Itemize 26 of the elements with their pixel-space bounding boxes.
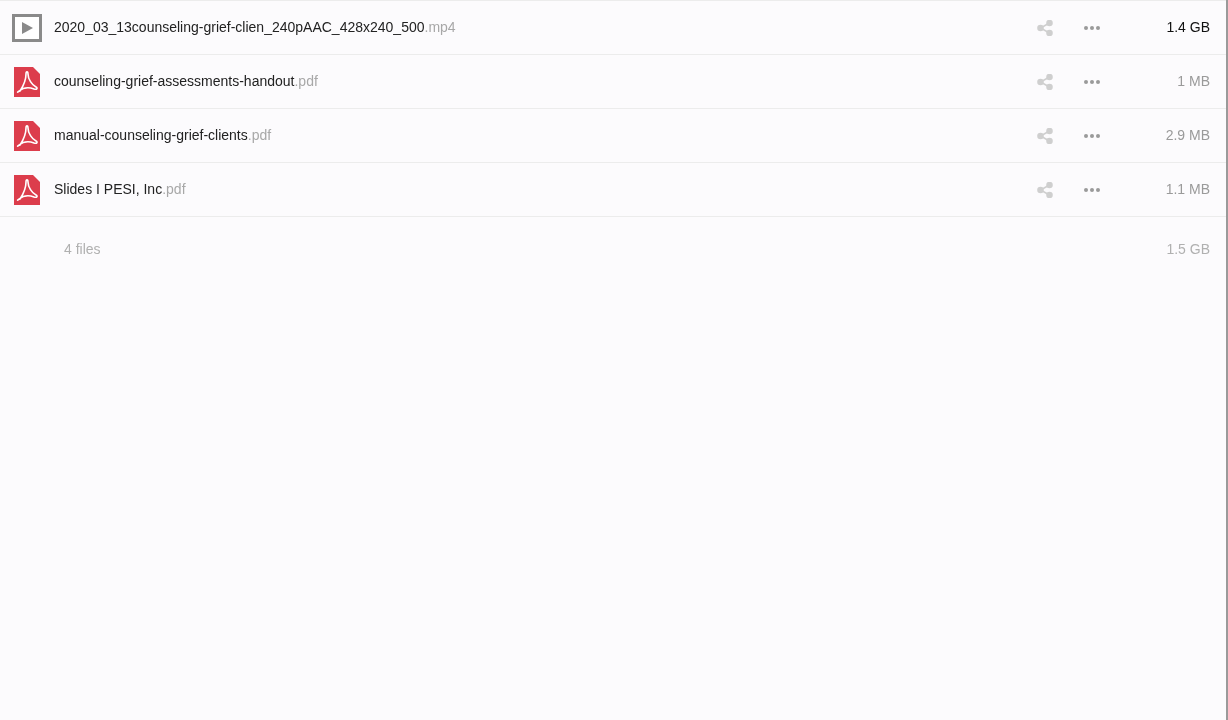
more-icon [1084, 133, 1100, 138]
share-icon [1037, 73, 1053, 90]
total-size: 1.5 GB [1166, 239, 1210, 259]
file-name[interactable]: Slides I PESI, Inc [54, 181, 163, 197]
file-name[interactable]: counseling-grief-assessments-handout [54, 73, 295, 89]
file-extension: .pdf [247, 127, 272, 143]
pdf-file-icon [14, 174, 40, 205]
share-icon [1037, 19, 1053, 36]
file-extension: .pdf [162, 181, 186, 197]
video-file-icon [12, 13, 42, 42]
more-icon [1084, 25, 1100, 30]
pdf-file-icon [14, 120, 40, 151]
more-icon [1084, 79, 1100, 84]
file-size: 1.4 GB [1165, 18, 1210, 37]
file-extension: .pdf [294, 73, 318, 89]
file-extension: .mp4 [424, 19, 456, 35]
more-icon [1084, 187, 1100, 192]
file-name[interactable]: 2020_03_13counseling-grief-clien_240pAAC_428x240_500 [54, 19, 425, 35]
file-size: 2.9 MB [1164, 126, 1210, 145]
file-name[interactable]: manual-counseling-grief-clients [54, 127, 248, 143]
pdf-file-icon [14, 66, 40, 97]
share-icon [1037, 127, 1053, 144]
file-size: 1.1 MB [1164, 180, 1210, 199]
share-icon [1037, 181, 1053, 198]
file-size: 1 MB [1176, 72, 1210, 91]
file-count: 4 files [64, 239, 102, 259]
